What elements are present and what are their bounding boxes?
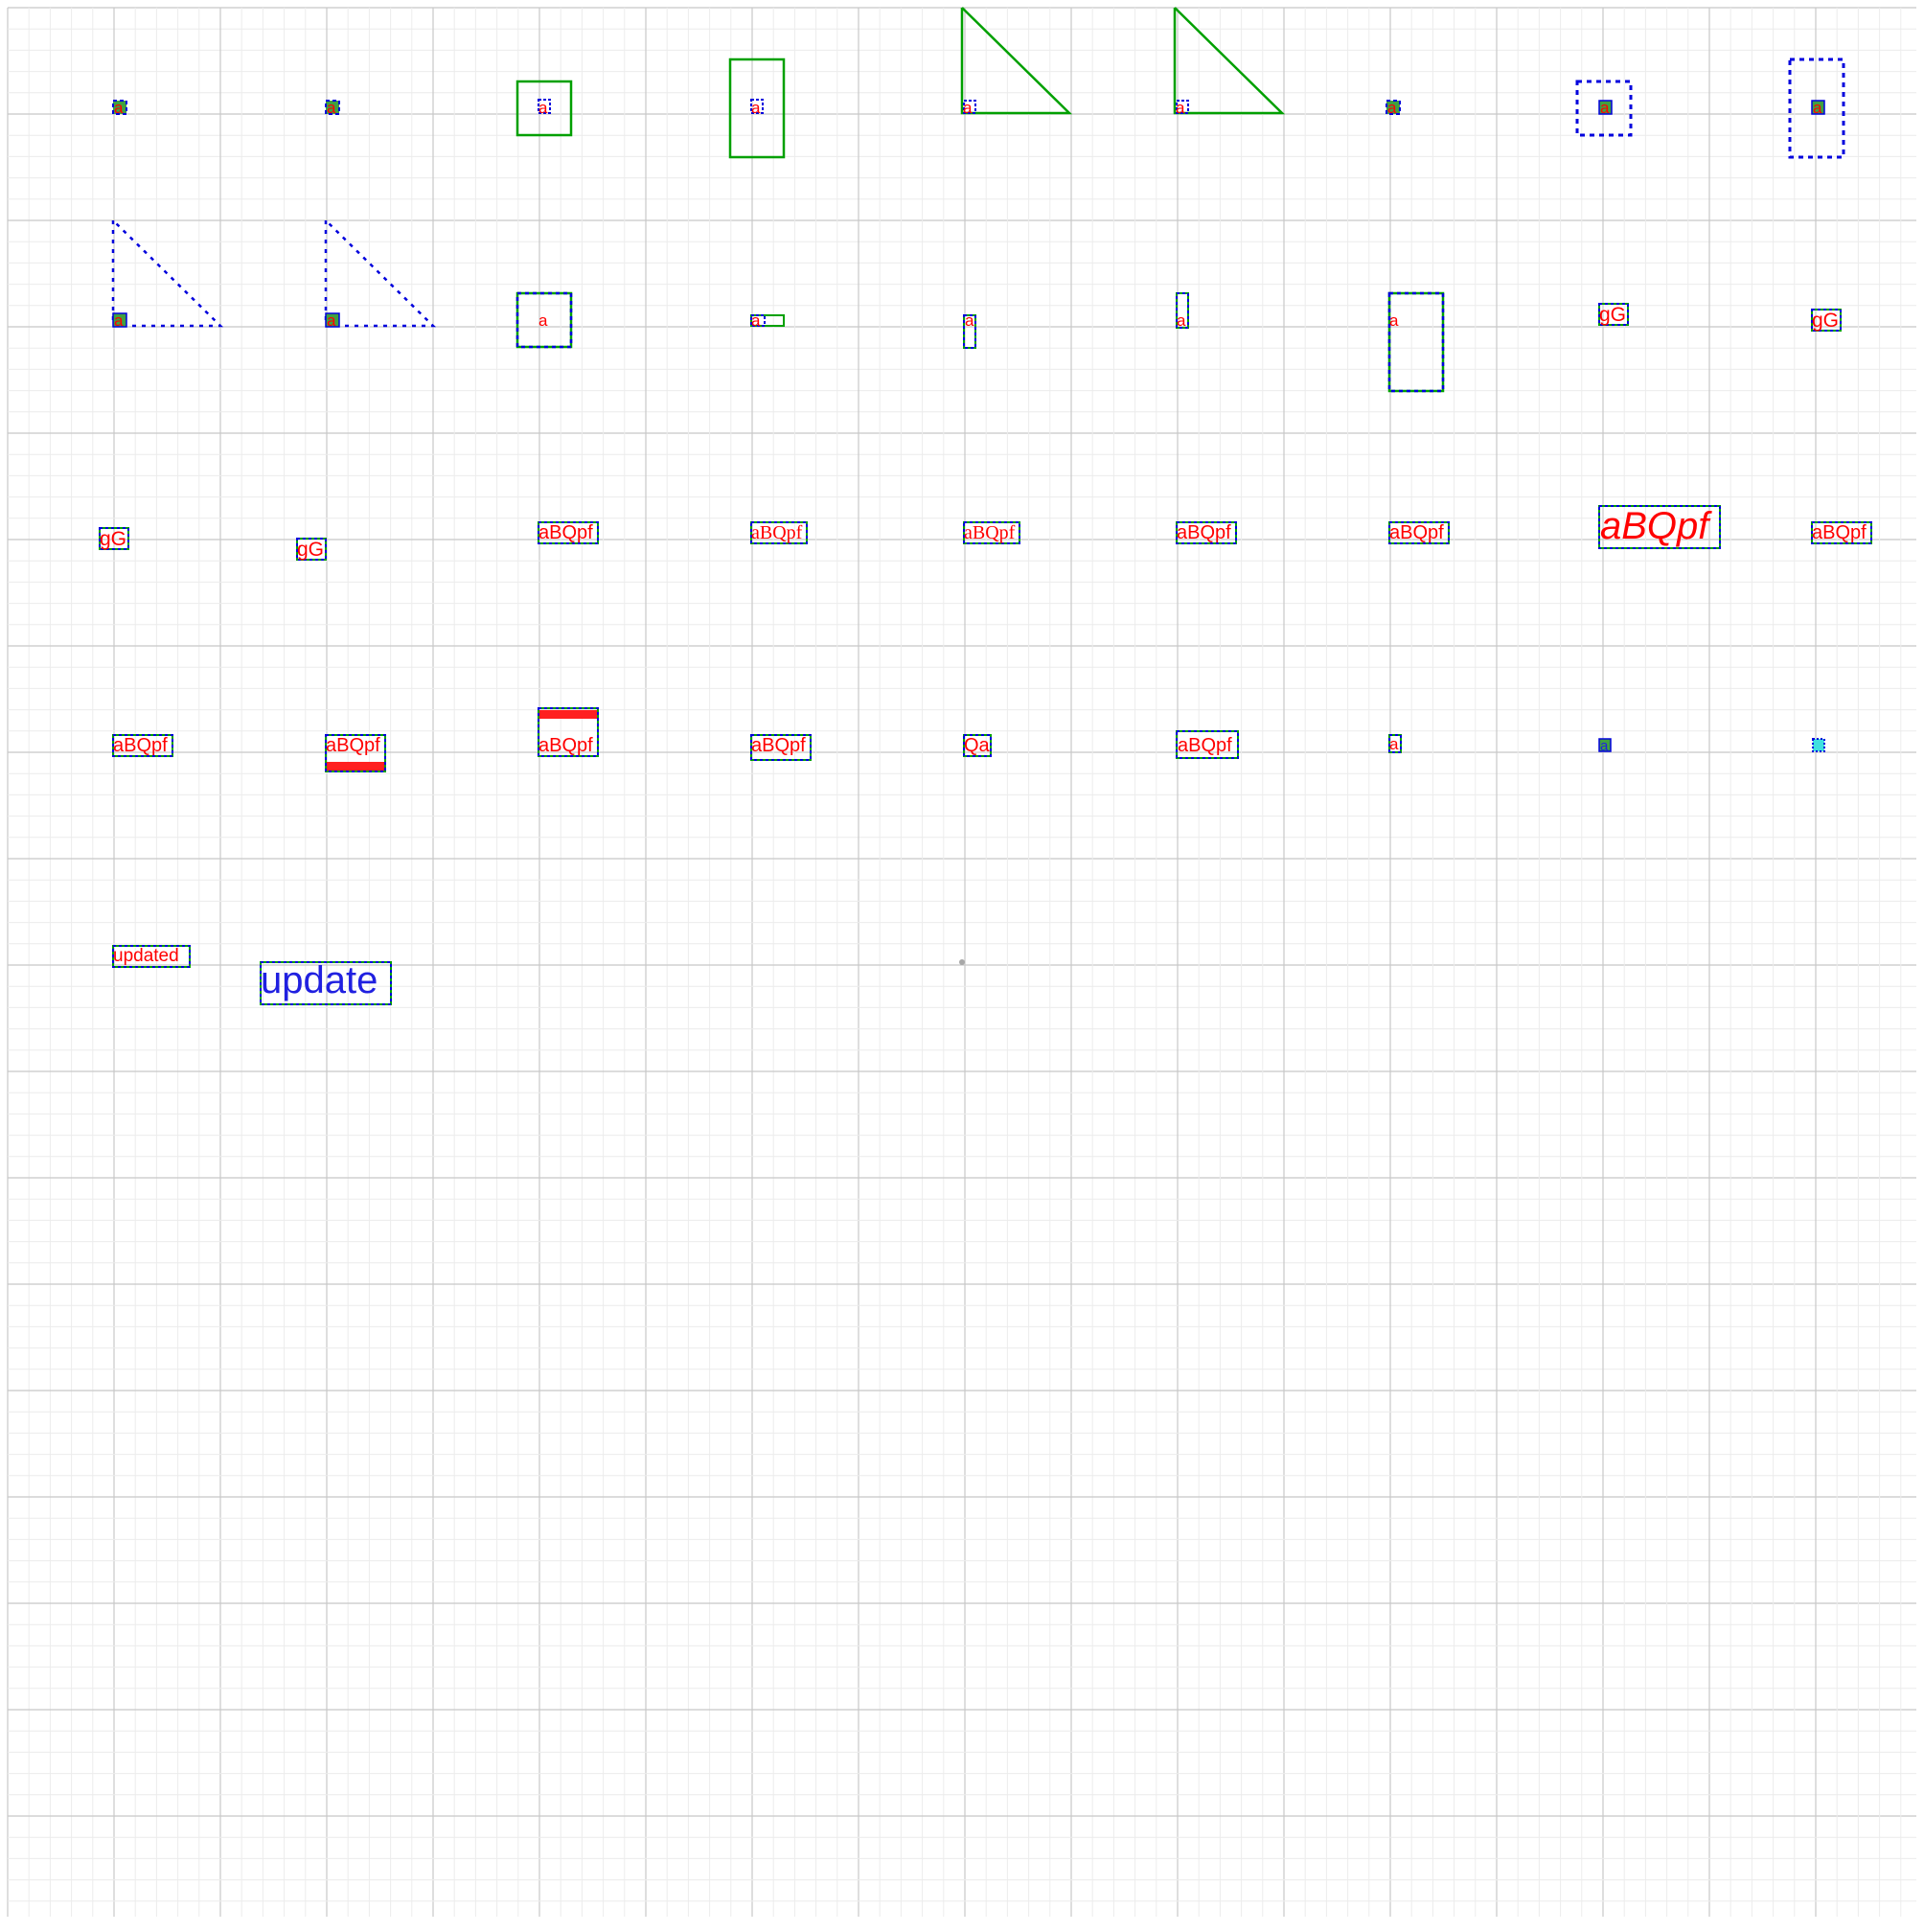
r1c8-text: a	[1600, 99, 1610, 117]
r3c5-sample: aBQpf	[963, 521, 1020, 544]
r2c6-sample: a	[1176, 292, 1189, 330]
r4c4-text: aBQpf	[751, 735, 806, 756]
r2c7-sample: a	[1387, 291, 1445, 393]
r1c3-text: a	[538, 99, 548, 117]
r4c6-sample: aBQpf	[1176, 730, 1239, 759]
r2c2-sample: a	[324, 219, 437, 330]
r4c2-text: aBQpf	[326, 735, 380, 756]
r3c1-text: gG	[100, 528, 126, 550]
r3c9-sample: aBQpf	[1811, 521, 1872, 544]
r5c2-sample: update	[260, 959, 392, 1005]
r2c2-text: a	[327, 311, 336, 330]
r1c2-sample: a	[325, 99, 340, 117]
r4c8-text: a	[1600, 738, 1609, 754]
r2c1-dotted-triangle	[111, 219, 224, 328]
r2c6-text: a	[1177, 311, 1186, 330]
r3c2-text: gG	[297, 539, 324, 561]
r2c8-text: gG	[1599, 304, 1626, 326]
r4c1-text: aBQpf	[113, 735, 168, 756]
r3c6-sample: aBQpf	[1176, 521, 1237, 544]
diagram-canvas: a a a a a a a a a a a a a a a a gG gG gG…	[7, 7, 1916, 1917]
r4c9-sample	[1812, 738, 1825, 752]
r3c7-sample: aBQpf	[1388, 521, 1450, 544]
r5c1-sample: updated	[112, 945, 191, 968]
row-1: a a a a a a a a a	[112, 7, 1845, 159]
r1c5-green-triangle	[960, 7, 1073, 115]
origin-dot	[959, 959, 965, 965]
r2c5-text: a	[965, 311, 974, 330]
r2c1-text: a	[114, 311, 124, 330]
r1c6-sample: a	[1173, 7, 1286, 117]
r3c4-text: aBQpf	[751, 522, 803, 543]
r2c8-sample: gG	[1598, 303, 1629, 326]
r4c4-sample: aBQpf	[750, 734, 812, 761]
r1c4-sample: a	[728, 58, 786, 159]
r1c9-text: a	[1813, 99, 1822, 117]
r2c2-dotted-triangle	[324, 219, 437, 328]
r4c3-sample: aBQpf	[538, 707, 599, 757]
r3c4-sample: aBQpf	[750, 521, 808, 544]
r4c8-sample: a	[1598, 738, 1612, 754]
row-3: gG gG aBQpf aBQpf aBQpf aBQpf aBQpf aBQp…	[99, 505, 1872, 561]
r2c9-sample: gG	[1811, 309, 1842, 332]
r2c7-tall-box	[1387, 291, 1445, 393]
r4c5-sample: Qa	[963, 734, 992, 757]
r2c3-sample: a	[515, 291, 573, 349]
r1c7-sample: a	[1386, 99, 1401, 117]
r3c1-sample: gG	[99, 527, 129, 550]
r1c8-sample: a	[1575, 80, 1633, 137]
r1c3-sample: a	[515, 80, 573, 137]
r4c3-text: aBQpf	[538, 735, 593, 756]
r5c1-text: updated	[113, 946, 179, 966]
r3c8-text: aBQpf	[1600, 505, 1712, 547]
r2c4-text: a	[751, 311, 761, 330]
r4c6-text: aBQpf	[1178, 735, 1232, 756]
r2c9-text: gG	[1812, 310, 1839, 332]
r3c9-text: aBQpf	[1812, 522, 1867, 543]
r1c1-text: a	[114, 99, 124, 117]
r3c3-sample: aBQpf	[538, 521, 599, 544]
r2c7-text: a	[1389, 311, 1399, 330]
r2c5-sample: a	[963, 311, 976, 349]
r3c3-text: aBQpf	[538, 522, 593, 543]
r4c2-red-bar	[327, 762, 384, 770]
r4c2-sample: aBQpf	[325, 734, 386, 772]
r4c7-sample: a	[1388, 734, 1402, 753]
r1c7-text: a	[1387, 99, 1397, 117]
r3c5-text: aBQpf	[964, 522, 1016, 543]
r2c3-text: a	[538, 311, 548, 330]
r1c5-sample: a	[960, 7, 1073, 117]
r1c4-text: a	[751, 99, 761, 117]
r4c5-text: Qa	[964, 735, 991, 756]
r4c9-cyan-box	[1812, 738, 1825, 752]
r1c2-text: a	[327, 99, 336, 117]
row-5: updated update	[112, 945, 392, 1005]
r3c6-text: aBQpf	[1177, 522, 1231, 543]
r3c7-text: aBQpf	[1389, 522, 1444, 543]
r4c3-red-bar	[539, 710, 597, 719]
r1c1-sample: a	[112, 99, 127, 117]
r4c7-text: a	[1389, 735, 1399, 753]
r1c6-text: a	[1176, 99, 1185, 117]
r3c8-sample: aBQpf	[1598, 505, 1721, 549]
r2c1-sample: a	[111, 219, 224, 330]
r1c9-sample: a	[1788, 58, 1845, 159]
r1c5-text: a	[963, 99, 973, 117]
r1c6-green-triangle	[1173, 7, 1286, 115]
r5c2-text: update	[261, 959, 378, 1001]
r4c1-sample: aBQpf	[112, 734, 173, 757]
r3c2-sample: gG	[296, 538, 327, 561]
